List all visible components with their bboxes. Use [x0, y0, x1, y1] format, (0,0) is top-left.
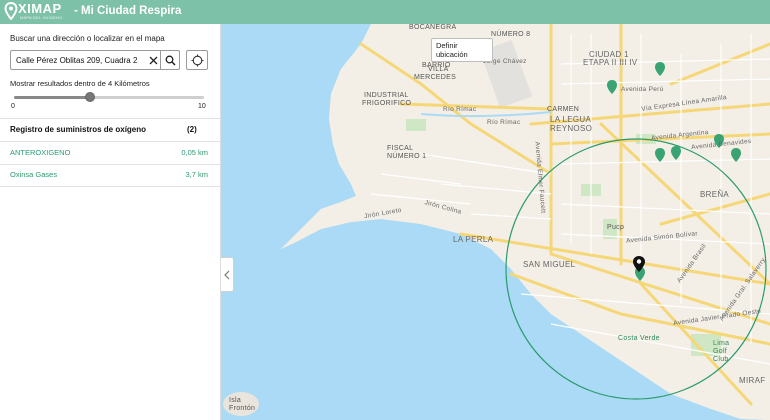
range-label: Mostrar resultados dentro de 4 Kilómetro…: [10, 79, 150, 88]
map-label-isla-fronton: Isla Frontón: [229, 397, 256, 412]
map-label-fiscal: FISCAL: [387, 145, 414, 152]
map-label-la-perla: LA PERLA: [453, 235, 494, 244]
map-label-bocanegra: BOCANEGRA: [409, 24, 457, 31]
result-distance: 0,05 km: [181, 148, 208, 157]
slider-min-label: 0: [11, 103, 15, 110]
distance-slider-thumb[interactable]: [85, 92, 95, 102]
map-label-mercedes: MERCEDES: [414, 74, 457, 81]
map-pin-logo-icon: [4, 2, 18, 20]
map-label-costa-verde: Costa Verde: [618, 335, 660, 342]
distance-slider-track[interactable]: [14, 96, 204, 99]
search-icon: [165, 55, 176, 66]
map-label-brena: BREÑA: [700, 190, 730, 199]
clear-search-button[interactable]: [147, 51, 160, 69]
search-button[interactable]: [160, 51, 180, 69]
map-label-carmen: CARMEN: [547, 106, 580, 113]
search-box: [10, 50, 180, 70]
result-item[interactable]: ANTEROXIGENO 0,05 km: [0, 142, 221, 164]
map-label-reynoso: REYNOSO: [550, 124, 593, 133]
result-distance: 3,7 km: [185, 170, 208, 179]
slider-max-label: 10: [198, 103, 206, 110]
map-label-villa: VILLA: [428, 66, 449, 73]
map-label-rio-rimac: Río Rímac: [443, 106, 477, 113]
map-label-lima-golf: Lima Golf Club: [713, 340, 730, 363]
map-label-pucp: Pucp: [607, 224, 625, 231]
result-name: Oxinsa Gases: [10, 170, 58, 179]
registry-count: (2): [187, 125, 197, 134]
map-label-etapa: ETAPA II III IV: [583, 58, 638, 67]
result-item[interactable]: Oxinsa Gases 3,7 km: [0, 164, 221, 186]
registry-title: Registro de suministros de oxígeno: [10, 125, 147, 134]
map-label-san-miguel: SAN MIGUEL: [523, 260, 576, 269]
app-header: XIMAP MAPA DEL OXÍGENO - Mi Ciudad Respi…: [0, 0, 770, 24]
chevron-left-icon: [224, 270, 230, 279]
map-label-miraflores: MIRAF: [739, 376, 766, 385]
logo-subtitle: MAPA DEL OXÍGENO: [20, 15, 63, 20]
ximap-logo[interactable]: XIMAP MAPA DEL OXÍGENO: [4, 1, 68, 23]
logo-text: XIMAP: [18, 1, 62, 16]
close-icon: [149, 56, 158, 64]
map-background: [221, 24, 770, 420]
map-label-la-legua: LA LEGUA: [550, 115, 592, 124]
search-label: Buscar una dirección o localizar en el m…: [10, 34, 165, 43]
map-label-numero-8: NÚMERO 8: [491, 31, 531, 38]
map-label-frigorifico: FRIGORIFICO: [362, 100, 412, 107]
map-label-numero-1: NÚMERO 1: [387, 153, 427, 160]
locate-me-button[interactable]: [186, 50, 208, 70]
crosshair-icon: [191, 54, 203, 66]
map-view[interactable]: BOCANEGRA BARRIO VILLA MERCEDES INDUSTRI…: [221, 24, 770, 420]
map-label-av-peru: Avenida Perú: [621, 86, 664, 93]
address-search-input[interactable]: [11, 51, 147, 69]
sidebar-panel: Buscar una dirección o localizar en el m…: [0, 24, 221, 420]
set-location-tooltip[interactable]: Definir ubicación: [431, 38, 493, 62]
result-name: ANTEROXIGENO: [10, 148, 71, 157]
map-label-industrial: INDUSTRIAL: [364, 92, 409, 99]
map-label-rio-rimac: Río Rímac: [487, 119, 521, 126]
divider: [0, 186, 221, 187]
slider-fill: [14, 96, 90, 99]
divider: [0, 118, 221, 119]
collapse-sidebar-button[interactable]: [221, 257, 234, 292]
app-title: - Mi Ciudad Respira: [74, 5, 182, 17]
